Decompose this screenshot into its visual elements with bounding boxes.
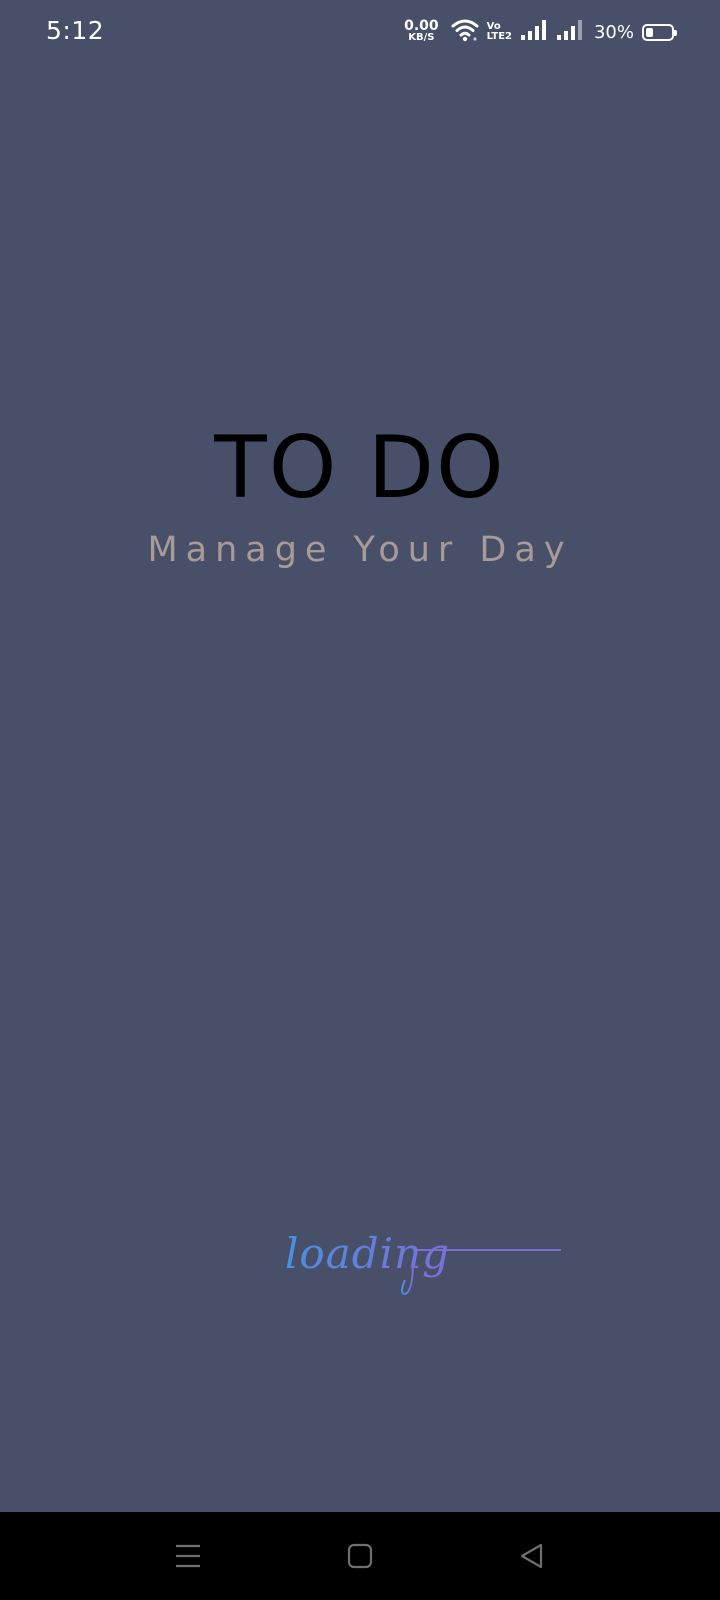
- loading-animation: loading: [285, 1228, 565, 1324]
- status-bar: 5:12 0.00 KB/S Vo LTE2 30%: [0, 0, 720, 64]
- battery-icon: [642, 23, 677, 41]
- app-subtitle: Manage Your Day: [147, 530, 573, 570]
- navigation-bar: [0, 1512, 720, 1600]
- network-speed-value: 0.00: [404, 18, 439, 34]
- app-title: TO DO: [214, 418, 506, 518]
- home-icon[interactable]: [338, 1534, 382, 1578]
- loading-text: loading: [285, 1229, 450, 1278]
- battery-percent: 30%: [593, 21, 634, 43]
- battery-level: [646, 27, 653, 37]
- signal-icon: [520, 19, 548, 46]
- network-speed: 0.00 KB/S: [404, 18, 439, 43]
- volte-indicator: Vo LTE2: [487, 22, 512, 42]
- status-time: 5:12: [46, 16, 105, 45]
- status-icons: 0.00 KB/S Vo LTE2 30%: [404, 16, 677, 48]
- signal-icon: [556, 19, 584, 46]
- back-icon[interactable]: [510, 1534, 554, 1578]
- network-speed-unit: KB/S: [408, 32, 435, 43]
- menu-icon[interactable]: [166, 1534, 210, 1578]
- wifi-icon: [451, 18, 479, 47]
- volte-bottom-label: LTE2: [486, 31, 512, 42]
